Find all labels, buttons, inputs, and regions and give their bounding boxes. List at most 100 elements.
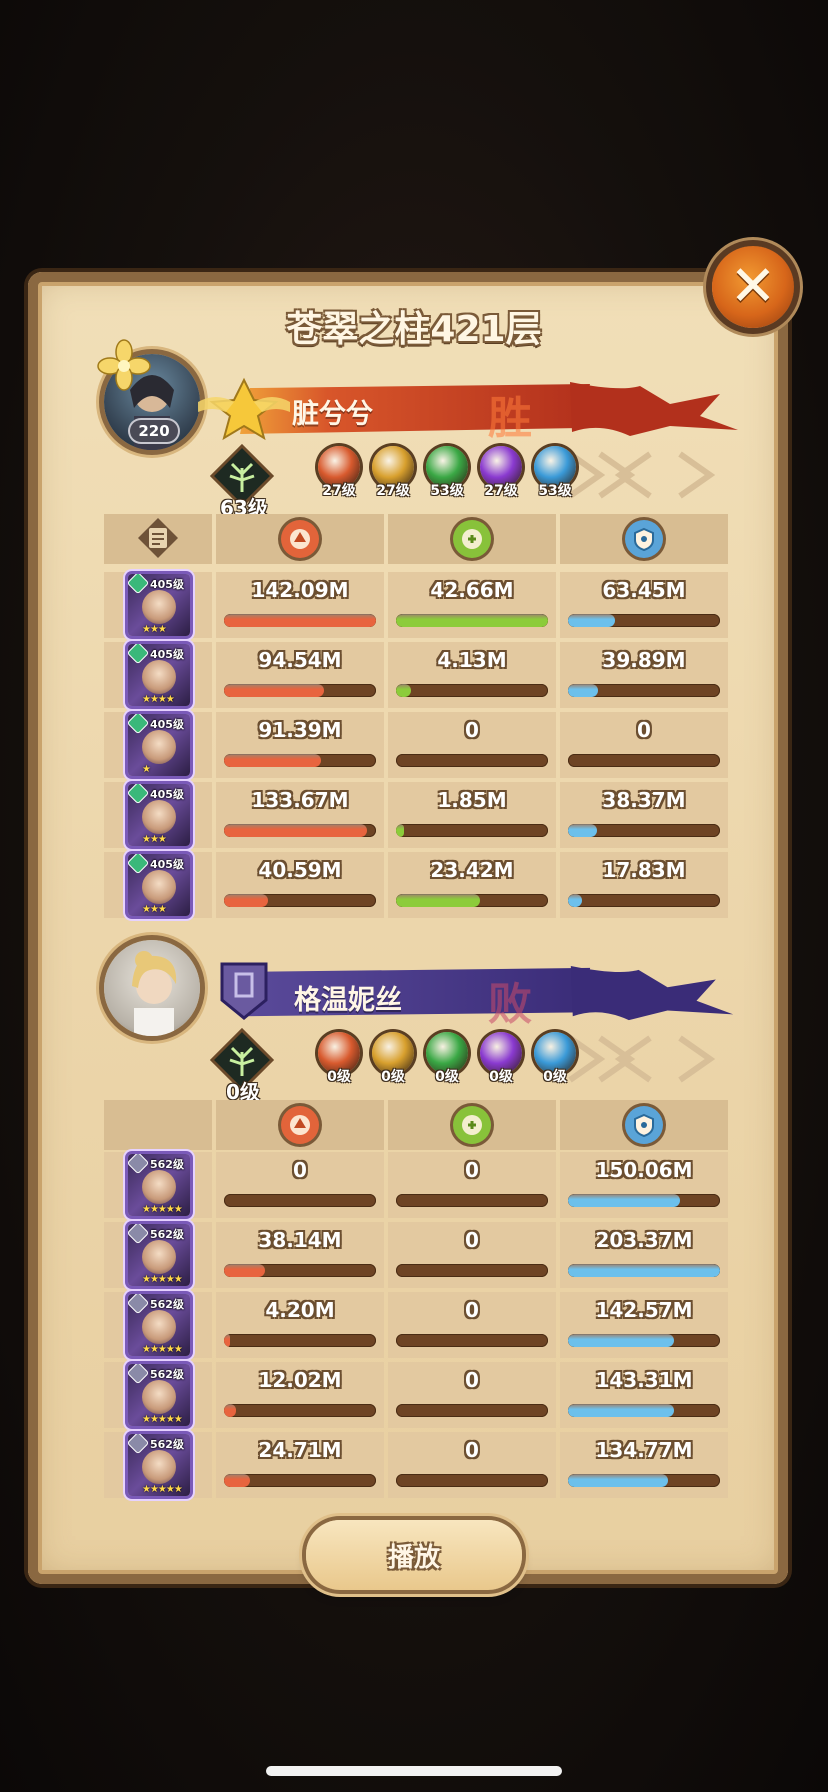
stat-cell-shield: 0 [560,712,728,778]
stat-cell-heal: 0 [388,1292,556,1358]
hero-stars: ★★★★★ [142,1484,183,1495]
team2-result-label: 败 [488,979,532,1030]
hero-level: 562级 [150,1368,184,1381]
heal-value: 0 [465,1158,479,1182]
team2-player-avatar[interactable] [104,940,200,1036]
faction-level-text: 0级 [435,1069,459,1085]
heal-icon[interactable] [453,520,491,558]
shield-value: 150.06M [595,1158,693,1182]
shield-bar-fill [568,1194,681,1207]
damage-icon[interactable] [281,520,319,558]
hero-gem-icon [128,1224,148,1243]
stat-cell-shield: 63.45M [560,572,728,638]
hero-portrait[interactable]: 562级 ★★★★★ [128,1224,190,1286]
faction-level-text: 0级 [381,1069,405,1085]
team1-result-label: 胜 [488,393,532,444]
hero-portrait[interactable]: 405级 ★ [128,714,190,776]
hero-stars: ★★★★★ [142,1344,183,1355]
stat-header-shield [560,1100,728,1150]
damage-value: 0 [293,1158,307,1182]
hero-portrait[interactable]: 405级 ★★★ [128,574,190,636]
shield-bar [568,754,720,767]
heal-value: 0 [465,1298,479,1322]
shield-value: 134.77M [595,1438,693,1462]
report-icon[interactable] [138,518,178,560]
hero-level: 405级 [150,578,184,591]
stat-cell-shield: 203.37M [560,1222,728,1288]
damage-bar [224,614,376,627]
shield-value: 38.37M [602,788,686,812]
shield-bar [568,824,720,837]
heal-value: 42.66M [430,578,514,602]
damage-value: 142.09M [251,578,349,602]
hero-level: 562级 [150,1298,184,1311]
stat-header-heal [388,1100,556,1150]
hero-level: 562级 [150,1438,184,1451]
faction-level-text: 27级 [484,483,518,499]
hero-face-icon [142,590,176,624]
stat-header-damage [216,1100,384,1150]
shield-bar-fill [568,684,599,697]
hero-portrait-cell: 562级 ★★★★★ [104,1152,212,1218]
hero-portrait-cell: 405级 ★★★ [104,782,212,848]
damage-value: 12.02M [258,1368,342,1392]
shield-bar [568,1264,720,1277]
heal-value: 4.13M [437,648,507,672]
player-level-text: 220 [138,422,170,440]
damage-bar [224,1194,376,1207]
faction-level-text: 0级 [543,1069,567,1085]
stat-cell-heal: 42.66M [388,572,556,638]
hero-portrait[interactable]: 562级 ★★★★★ [128,1294,190,1356]
heal-bar [396,894,548,907]
faction-level-text: 27级 [376,483,410,499]
victory-wings-icon [198,377,290,441]
home-indicator[interactable] [266,1766,562,1776]
heal-bar-fill [396,614,548,627]
shield-bar [568,894,720,907]
damage-bar [224,1404,376,1417]
shield-bar-fill [568,894,582,907]
heal-value: 0 [465,1228,479,1252]
damage-bar-fill [224,1474,250,1487]
heal-icon[interactable] [453,1106,491,1144]
faction-level-text: 53级 [538,483,572,499]
damage-bar [224,754,376,767]
damage-bar-fill [224,614,376,627]
hero-stars: ★★★ [142,904,167,915]
shield-bar [568,1194,720,1207]
stat-cell-shield: 143.31M [560,1362,728,1428]
damage-icon[interactable] [281,1106,319,1144]
hero-portrait[interactable]: 405级 ★★★★ [128,644,190,706]
damage-bar [224,684,376,697]
stat-cell-damage: 38.14M [216,1222,384,1288]
shield-bar [568,1334,720,1347]
hero-stars: ★ [142,764,151,775]
hero-level: 405级 [150,788,184,801]
hero-portrait-cell: 562级 ★★★★★ [104,1292,212,1358]
hero-portrait[interactable]: 405级 ★★★ [128,784,190,846]
shield-value: 0 [637,718,651,742]
hero-portrait[interactable]: 562级 ★★★★★ [128,1434,190,1496]
shield-icon[interactable] [625,1106,663,1144]
heal-bar [396,684,548,697]
shield-bar-fill [568,1264,720,1277]
hero-portrait[interactable]: 405级 ★★★ [128,854,190,916]
shield-bar-fill [568,1334,675,1347]
hero-gem-icon [128,1364,148,1383]
hero-face-icon [142,1380,176,1414]
stat-cell-shield: 150.06M [560,1152,728,1218]
play-button[interactable]: 播放 [306,1520,522,1590]
hero-level: 562级 [150,1228,184,1241]
player-portrait-icon [132,951,177,1036]
hero-portrait[interactable]: 562级 ★★★★★ [128,1364,190,1426]
damage-bar-fill [224,1334,231,1347]
damage-bar [224,894,376,907]
stat-cell-damage: 142.09M [216,572,384,638]
faction-level-text: 53级 [430,483,464,499]
flower-frame-icon [97,339,151,391]
hero-portrait[interactable]: 562级 ★★★★★ [128,1154,190,1216]
heal-bar [396,1194,548,1207]
heal-bar [396,614,548,627]
shield-icon[interactable] [625,520,663,558]
damage-value: 4.20M [265,1298,335,1322]
